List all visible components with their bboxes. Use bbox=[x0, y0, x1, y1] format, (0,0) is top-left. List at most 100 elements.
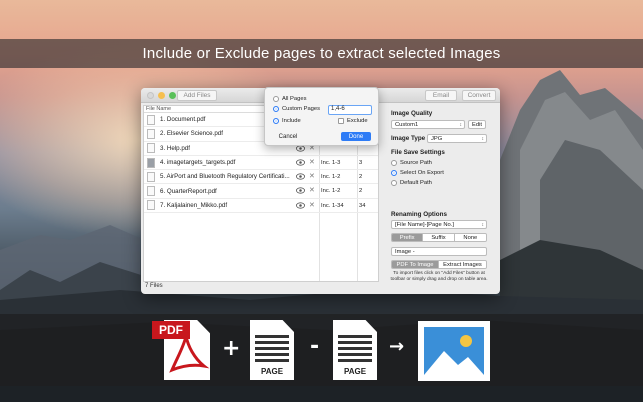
headline-banner: Include or Exclude pages to extract sele… bbox=[0, 39, 643, 68]
select-arrows-icon: ↕ bbox=[481, 136, 485, 142]
include-label: Include bbox=[282, 118, 301, 124]
all-pages-radio[interactable]: All Pages bbox=[273, 96, 307, 102]
file-thumbnail bbox=[147, 128, 155, 139]
table-row[interactable]: 5. AirPort and Bluetooth Regulatory Cert… bbox=[144, 170, 378, 185]
preview-eye-icon[interactable] bbox=[296, 173, 305, 180]
include-radio[interactable]: Include bbox=[273, 118, 301, 124]
preview-eye-icon[interactable] bbox=[296, 187, 305, 195]
page-range[interactable]: Inc. 1-3 bbox=[321, 160, 340, 166]
page-count: 3 bbox=[359, 159, 363, 166]
affix-segmented-control: Prefix Suffix None bbox=[391, 233, 487, 242]
file-name: 5. AirPort and Bluetooth Regulatory Cert… bbox=[160, 173, 290, 181]
file-thumbnail bbox=[147, 114, 155, 125]
remove-x-icon[interactable]: ✕ bbox=[309, 201, 315, 209]
radio-icon bbox=[391, 180, 397, 186]
image-type-value: JPG bbox=[431, 136, 443, 142]
edit-quality-button[interactable]: Edit bbox=[468, 120, 486, 129]
select-arrows-icon: ↕ bbox=[459, 122, 463, 128]
import-hint: To import files click on "Add Files" but… bbox=[390, 271, 488, 282]
table-row[interactable]: 6. QuarterReport.pdf ✕ Inc. 1-2 2 bbox=[144, 184, 378, 199]
minimize-window-button[interactable] bbox=[158, 92, 165, 99]
plus-operator: + bbox=[222, 336, 241, 361]
select-arrows-icon: ↕ bbox=[481, 222, 485, 228]
remove-x-icon[interactable]: ✕ bbox=[309, 172, 315, 180]
radio-icon bbox=[391, 160, 397, 166]
page-label: PAGE bbox=[343, 367, 367, 376]
table-row[interactable]: 7. Kaljalainen_Mikko.pdf ✕ Inc. 1-34 34 bbox=[144, 199, 378, 214]
file-thumbnail bbox=[147, 186, 155, 197]
all-pages-label: All Pages bbox=[282, 96, 307, 102]
remove-x-icon[interactable]: ✕ bbox=[309, 186, 315, 194]
page-range[interactable]: Inc. 1-2 bbox=[321, 188, 340, 194]
convert-button[interactable]: Convert bbox=[462, 90, 496, 101]
save-option-radio[interactable]: Default Path bbox=[391, 180, 432, 186]
page-count: 2 bbox=[359, 188, 363, 195]
mode-tab[interactable]: Extract Images bbox=[439, 261, 486, 268]
mode-tab[interactable]: PDF To Image bbox=[392, 261, 440, 268]
page-document-icon: PAGE bbox=[250, 320, 294, 380]
quality-select[interactable]: Custom1 ↕ bbox=[391, 120, 465, 129]
image-type-label: Image Type bbox=[391, 135, 426, 142]
page-count: 34 bbox=[359, 202, 366, 209]
add-files-button[interactable]: Add Files bbox=[177, 90, 217, 101]
page-range-popover: All Pages Custom Pages 1,4-6 Include Exc… bbox=[264, 87, 379, 146]
exclude-checkbox[interactable]: Exclude bbox=[338, 118, 368, 124]
file-thumbnail bbox=[147, 157, 155, 168]
table-row[interactable]: 4. imagetargets_targets.pdf ✕ Inc. 1-3 3 bbox=[144, 156, 378, 171]
page-count: 2 bbox=[359, 174, 363, 181]
settings-panel: Image Quality Custom1 ↕ Edit Image Type … bbox=[387, 105, 497, 292]
file-count: 7 Files bbox=[145, 283, 163, 289]
image-file-icon bbox=[418, 321, 490, 381]
headline-text: Include or Exclude pages to extract sele… bbox=[142, 45, 501, 62]
save-option-label: Select On Export bbox=[400, 170, 444, 176]
rename-pattern-select[interactable]: [File Name]-[Page No.] ↕ bbox=[391, 220, 487, 229]
custom-pages-input[interactable]: 1,4-6 bbox=[328, 105, 372, 115]
email-button[interactable]: Email bbox=[425, 90, 457, 101]
radio-off-icon bbox=[273, 96, 279, 102]
file-thumbnail bbox=[147, 143, 155, 154]
image-quality-title: Image Quality bbox=[391, 110, 433, 117]
minus-operator: - bbox=[310, 334, 320, 359]
done-button[interactable]: Done bbox=[341, 132, 371, 141]
save-option-radio[interactable]: Select On Export bbox=[391, 170, 444, 176]
affix-option[interactable]: Suffix bbox=[423, 234, 455, 241]
preview-eye-icon[interactable] bbox=[296, 159, 305, 166]
mode-segmented-control: PDF To Image Extract Images bbox=[391, 260, 487, 269]
file-name: 6. QuarterReport.pdf bbox=[160, 187, 217, 195]
quality-value: Custom1 bbox=[395, 122, 419, 128]
page-range[interactable]: Inc. 1-34 bbox=[321, 203, 344, 209]
remove-x-icon[interactable]: ✕ bbox=[309, 158, 315, 166]
radio-on-icon bbox=[273, 118, 279, 124]
file-save-title: File Save Settings bbox=[391, 149, 445, 156]
renaming-title: Renaming Options bbox=[391, 211, 447, 218]
page-document-icon: PAGE bbox=[333, 320, 377, 380]
pdf-badge: PDF bbox=[152, 321, 190, 339]
arrow-operator: → bbox=[389, 336, 405, 357]
zoom-window-button[interactable] bbox=[169, 92, 176, 99]
window-controls bbox=[147, 92, 176, 99]
affix-text-field[interactable]: Image - bbox=[391, 247, 487, 256]
affix-option[interactable]: None bbox=[454, 234, 486, 241]
file-thumbnail bbox=[147, 200, 155, 211]
rename-pattern-value: [File Name]-[Page No.] bbox=[395, 222, 454, 228]
custom-pages-label: Custom Pages bbox=[282, 106, 321, 112]
file-thumbnail bbox=[147, 171, 155, 182]
file-name: 4. imagetargets_targets.pdf bbox=[160, 159, 236, 167]
checkbox-icon bbox=[338, 118, 344, 124]
close-window-button[interactable] bbox=[147, 92, 154, 99]
file-name: 7. Kaljalainen_Mikko.pdf bbox=[160, 201, 228, 209]
preview-eye-icon[interactable] bbox=[296, 202, 305, 209]
page-range[interactable]: Inc. 1-2 bbox=[321, 174, 340, 180]
feature-strip: PDF + PAGE - PAGE → bbox=[0, 314, 643, 386]
affix-option[interactable]: Prefix bbox=[392, 234, 424, 241]
custom-pages-radio[interactable]: Custom Pages bbox=[273, 106, 320, 112]
page-label: PAGE bbox=[260, 367, 284, 376]
save-option-label: Source Path bbox=[400, 160, 432, 166]
save-option-radio[interactable]: Source Path bbox=[391, 160, 432, 166]
affix-text-value: Image - bbox=[395, 249, 415, 255]
cancel-button[interactable]: Cancel bbox=[273, 132, 303, 141]
image-type-select[interactable]: JPG ↕ bbox=[427, 134, 487, 143]
save-option-label: Default Path bbox=[400, 180, 432, 186]
radio-on-icon bbox=[273, 106, 279, 112]
exclude-label: Exclude bbox=[347, 118, 368, 124]
